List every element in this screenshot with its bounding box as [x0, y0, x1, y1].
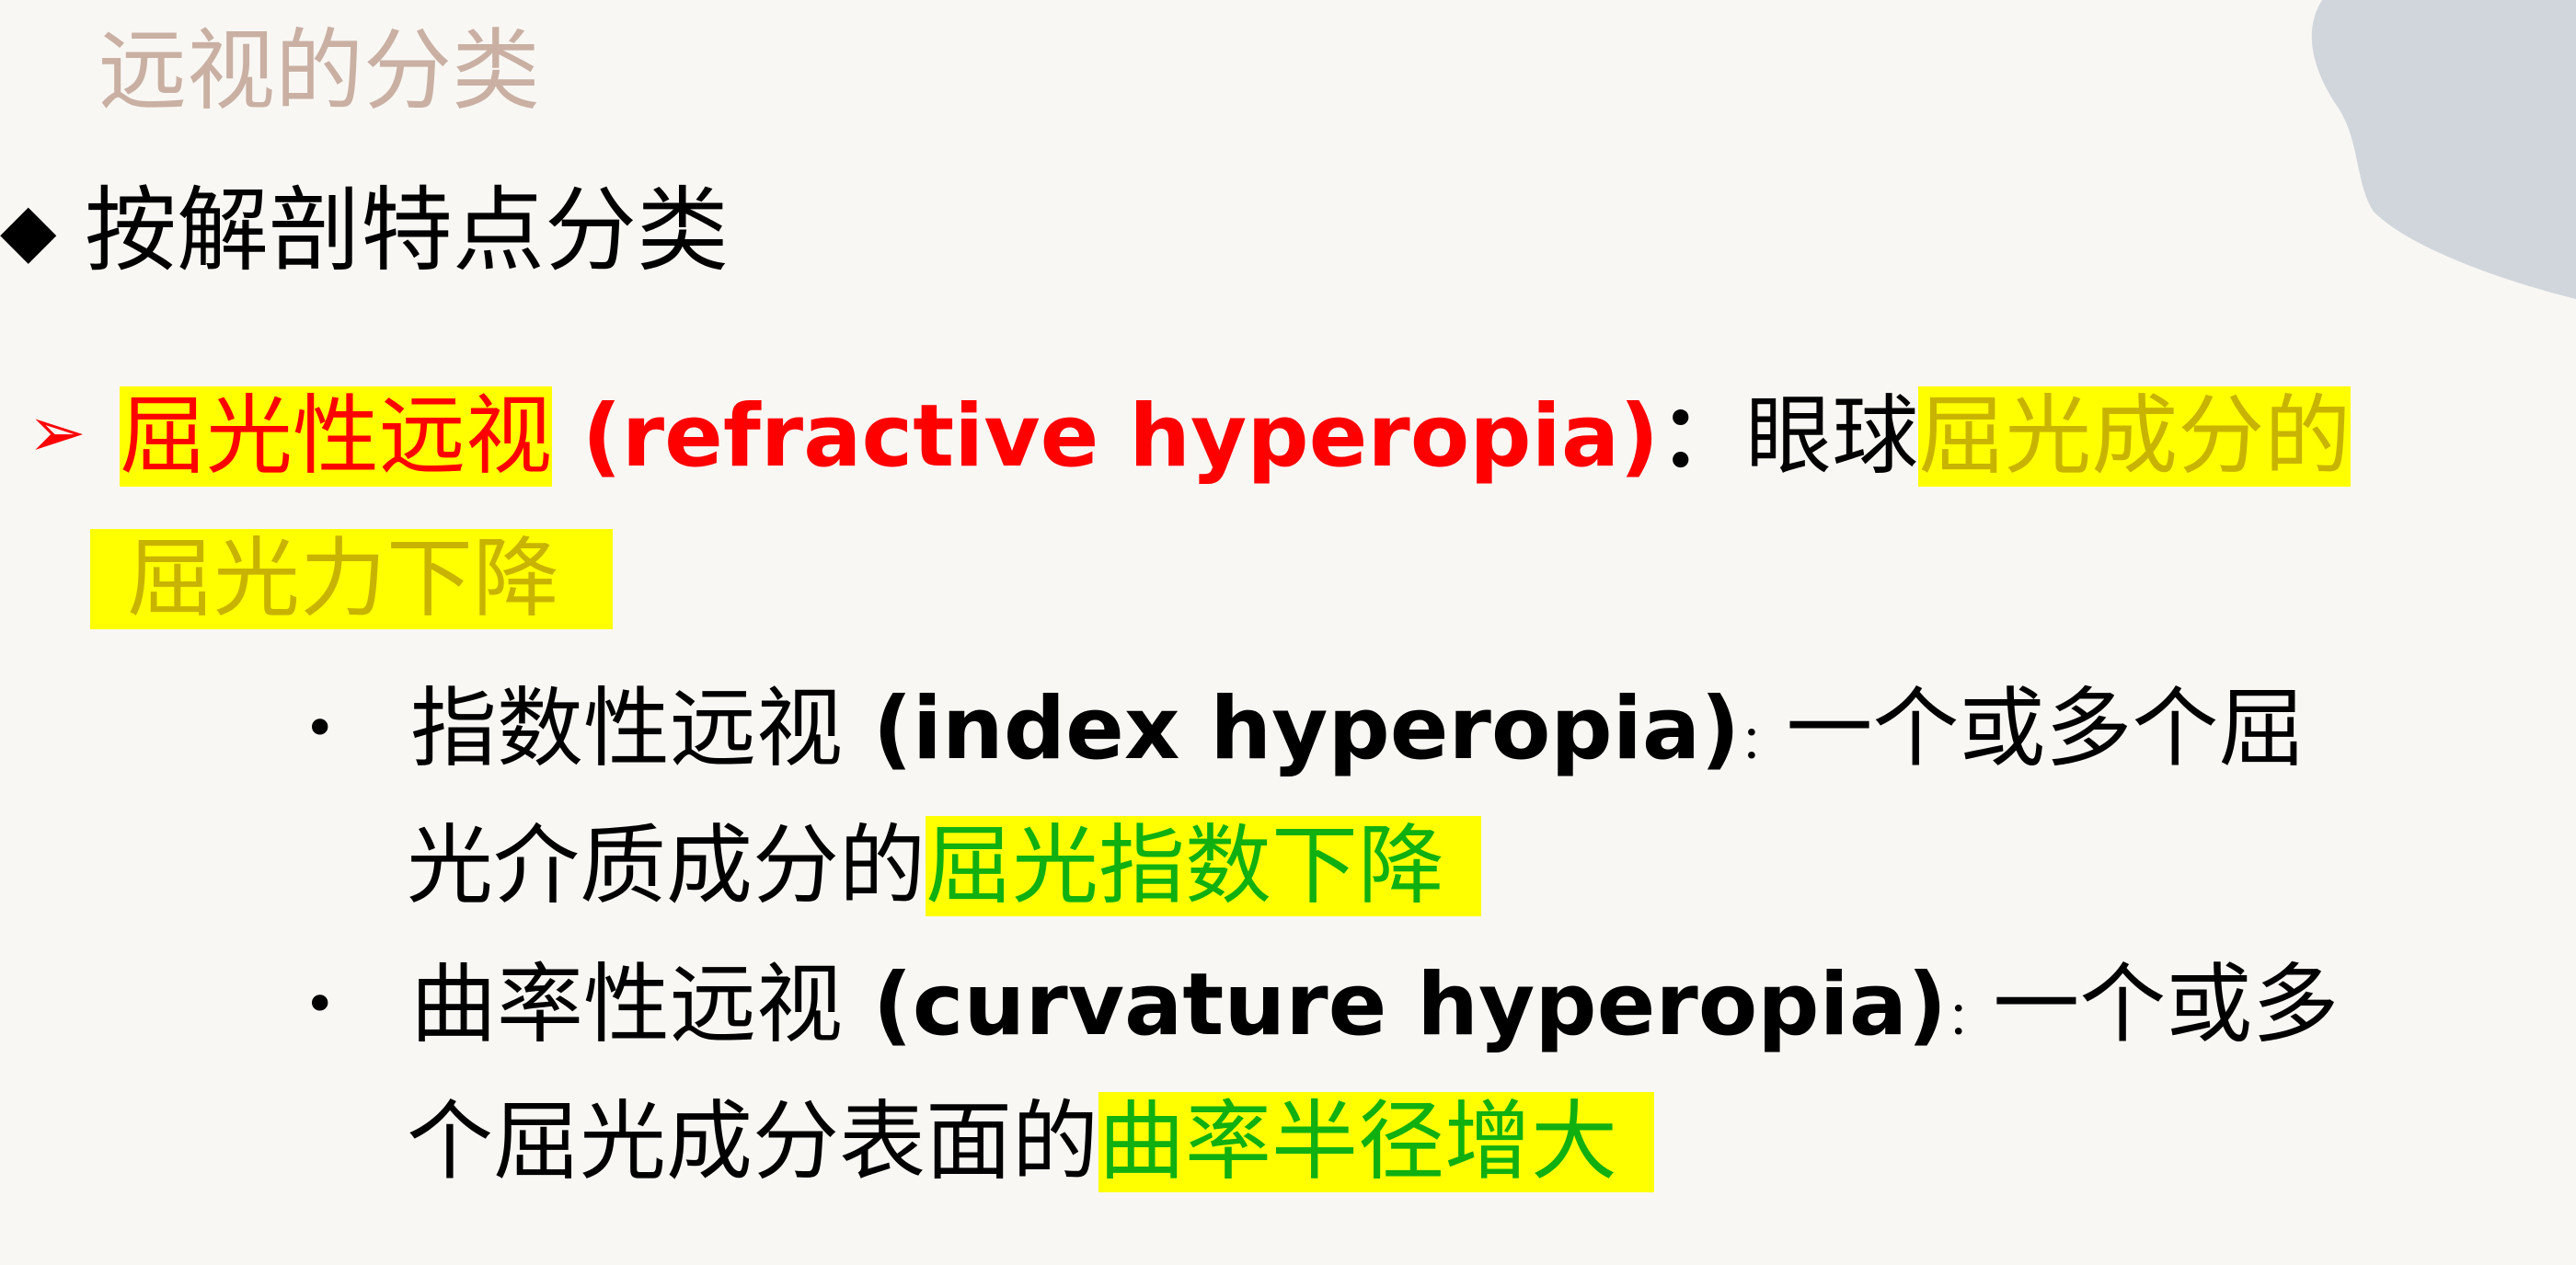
subitem-curvature-line-1: • 曲率性远视 (curvature hyperopia)：一个或多 — [304, 937, 2339, 1087]
heading-line: ◆ 按解剖特点分类 — [0, 166, 729, 295]
colon: ： — [1947, 992, 1994, 1045]
term-index: 指数性远视 — [410, 679, 844, 779]
slide-title: 远视的分类 — [98, 19, 540, 122]
subitem-curvature-line-2: 个屈光成分表面的曲率半径增大 — [407, 1075, 1655, 1211]
text-index-2: 光介质成分的 — [407, 816, 926, 916]
term-refractive: 屈光性远视 — [120, 386, 553, 487]
text-curvature-1: 一个或多 — [1993, 955, 2340, 1055]
text-index-1: 一个或多个屈 — [1786, 679, 2306, 779]
term-refractive-en: (refractive hyperopia) — [581, 386, 1660, 487]
text-eyeball: 眼球 — [1745, 386, 1919, 487]
dot-bullet-icon: • — [304, 696, 337, 761]
subitem-index-line-1: • 指数性远视 (index hyperopia)：一个或多个屈 — [304, 661, 2305, 811]
term-curvature-en: (curvature hyperopia) — [872, 955, 1948, 1055]
heading-text: 按解剖特点分类 — [85, 177, 729, 284]
highlight-curvature: 曲率半径增大 — [1098, 1092, 1655, 1192]
highlight-refractive-part1: 屈光成分的 — [1918, 386, 2352, 487]
item-refractive-line-2: 屈光力下降 — [90, 517, 614, 642]
term-curvature: 曲率性远视 — [410, 955, 844, 1055]
colon: ： — [1740, 716, 1787, 769]
item-refractive-line-1: ➢ 屈光性远视 (refractive hyperopia)：眼球屈光成分的 — [28, 359, 2352, 511]
arrow-bullet-icon: ➢ — [28, 391, 86, 473]
term-index-en: (index hyperopia) — [872, 679, 1741, 779]
colon: ： — [1659, 386, 1746, 487]
diamond-bullet-icon: ◆ — [0, 187, 57, 272]
highlight-index: 屈光指数下降 — [926, 816, 1482, 916]
dot-bullet-icon: • — [304, 972, 337, 1037]
text-curvature-2: 个屈光成分表面的 — [407, 1092, 1099, 1192]
highlight-refractive-part2: 屈光力下降 — [90, 529, 614, 629]
subitem-index-line-2: 光介质成分的屈光指数下降 — [407, 799, 1482, 935]
